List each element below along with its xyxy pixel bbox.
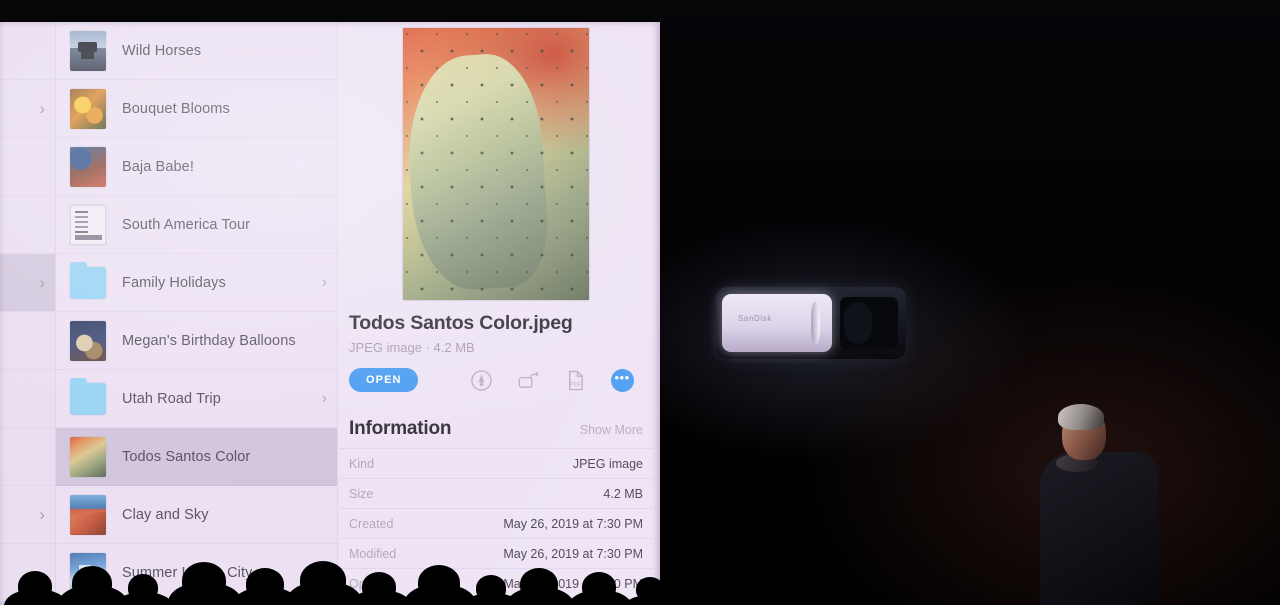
action-bar: OPEN PDF ••• xyxy=(349,368,653,392)
usb-fin xyxy=(811,302,820,344)
audience-head xyxy=(300,561,346,600)
parent-row-5[interactable] xyxy=(0,312,55,370)
photo-thumbnail-cactus xyxy=(70,436,106,477)
list-item[interactable]: Clay and Sky xyxy=(56,486,337,544)
parent-row-8[interactable]: › xyxy=(0,486,55,544)
information-header: Information Show More xyxy=(349,418,643,440)
markup-icon[interactable] xyxy=(470,369,493,392)
audience-head xyxy=(18,570,52,601)
svg-text:PDF: PDF xyxy=(569,382,581,388)
chevron-right-icon: › xyxy=(39,273,45,292)
parent-row-2[interactable] xyxy=(0,138,55,196)
parent-row-7[interactable] xyxy=(0,428,55,486)
pdf-icon[interactable]: PDF xyxy=(564,369,587,392)
list-item[interactable]: Todos Santos Color xyxy=(56,428,337,486)
information-title: Information xyxy=(349,418,452,439)
photo-thumbnail-flowers xyxy=(70,88,106,129)
chevron-right-icon: › xyxy=(321,389,327,407)
info-key: Kind xyxy=(349,456,375,471)
list-item-label: Clay and Sky xyxy=(122,506,209,523)
more-icon[interactable]: ••• xyxy=(610,368,634,392)
photo-thumbnail-baja xyxy=(70,146,106,187)
chevron-right-icon: › xyxy=(39,99,45,118)
audience-head xyxy=(362,571,396,601)
usb-brand-label: SanDisk xyxy=(738,314,772,323)
list-item-label: Family Holidays xyxy=(122,274,226,291)
list-item[interactable]: Megan's Birthday Balloons xyxy=(56,312,337,370)
list-item[interactable]: Utah Road Trip › xyxy=(56,370,337,428)
projected-screen: › › › Wild Horses Bouquet Blooms Baja Babe! S… xyxy=(0,22,660,605)
usb-flash-drive: SanDisk xyxy=(722,294,832,352)
audience-head xyxy=(246,568,284,601)
audience-head xyxy=(582,571,616,601)
photo-thumbnail-horse xyxy=(70,30,106,71)
parent-row-6[interactable] xyxy=(0,370,55,428)
file-name: Todos Santos Color.jpeg xyxy=(349,312,573,334)
file-list[interactable]: Wild Horses Bouquet Blooms Baja Babe! South… xyxy=(56,22,338,605)
info-row: Size 4.2 MB xyxy=(339,478,653,508)
list-item-label: Megan's Birthday Balloons xyxy=(122,332,296,349)
list-item[interactable]: Baja Babe! xyxy=(56,138,337,196)
cactus-spines-texture xyxy=(403,28,589,300)
parent-column[interactable]: › › › xyxy=(0,22,56,605)
detail-panel: Todos Santos Color.jpeg JPEG image · 4.2… xyxy=(339,22,653,605)
parent-row-1[interactable]: › xyxy=(0,80,55,138)
audience-head xyxy=(476,575,506,602)
list-item-label: Bouquet Blooms xyxy=(122,100,230,117)
info-value: May 26, 2019 at 7:30 PM xyxy=(503,516,643,531)
photo-thumbnail-balloons xyxy=(70,320,106,361)
folder-icon xyxy=(70,261,106,299)
file-meta: JPEG image · 4.2 MB xyxy=(349,340,475,355)
chevron-right-icon: › xyxy=(39,505,45,524)
audience-head xyxy=(636,577,664,602)
list-item[interactable]: Family Holidays › xyxy=(56,254,337,312)
audience-head xyxy=(72,565,112,600)
audience-silhouettes xyxy=(0,547,1280,605)
parent-row-0[interactable] xyxy=(0,22,55,80)
show-more-link[interactable]: Show More xyxy=(580,423,643,437)
info-row: Kind JPEG image xyxy=(339,448,653,478)
info-value: 4.2 MB xyxy=(603,486,643,501)
list-item-label: South America Tour xyxy=(122,216,251,233)
chevron-right-icon: › xyxy=(321,273,327,291)
parent-row-4[interactable]: › xyxy=(0,254,55,312)
list-item-label: Utah Road Trip xyxy=(122,390,221,407)
list-item[interactable]: South America Tour xyxy=(56,196,337,254)
presenter-hair xyxy=(1058,404,1104,430)
list-item-label: Wild Horses xyxy=(122,42,202,59)
photo-thumbnail-clay xyxy=(70,494,106,535)
open-button[interactable]: OPEN xyxy=(349,368,418,392)
document-thumbnail xyxy=(70,204,106,245)
list-item-label: Baja Babe! xyxy=(122,158,194,175)
folder-icon xyxy=(70,377,106,415)
list-item-label: Todos Santos Color xyxy=(122,448,251,465)
stage-table: SanDisk xyxy=(716,287,906,359)
audience-head xyxy=(128,573,158,601)
audience-head xyxy=(520,568,558,601)
list-item[interactable]: Wild Horses xyxy=(56,22,337,80)
list-item[interactable]: Bouquet Blooms xyxy=(56,80,337,138)
usb-cap xyxy=(840,297,898,349)
presentation-photo: › › › Wild Horses Bouquet Blooms Baja Babe! S… xyxy=(0,0,1280,605)
audience-head xyxy=(418,564,460,600)
info-key: Created xyxy=(349,516,394,531)
audience-head xyxy=(182,562,226,600)
preview-container xyxy=(339,22,653,300)
rotate-icon[interactable] xyxy=(517,369,540,392)
file-preview-image[interactable] xyxy=(403,28,589,300)
info-row: Created May 26, 2019 at 7:30 PM xyxy=(339,508,653,538)
info-key: Size xyxy=(349,486,374,501)
info-value: JPEG image xyxy=(572,456,643,471)
action-icon-group: PDF ••• xyxy=(470,368,634,392)
parent-row-3[interactable] xyxy=(0,196,55,254)
